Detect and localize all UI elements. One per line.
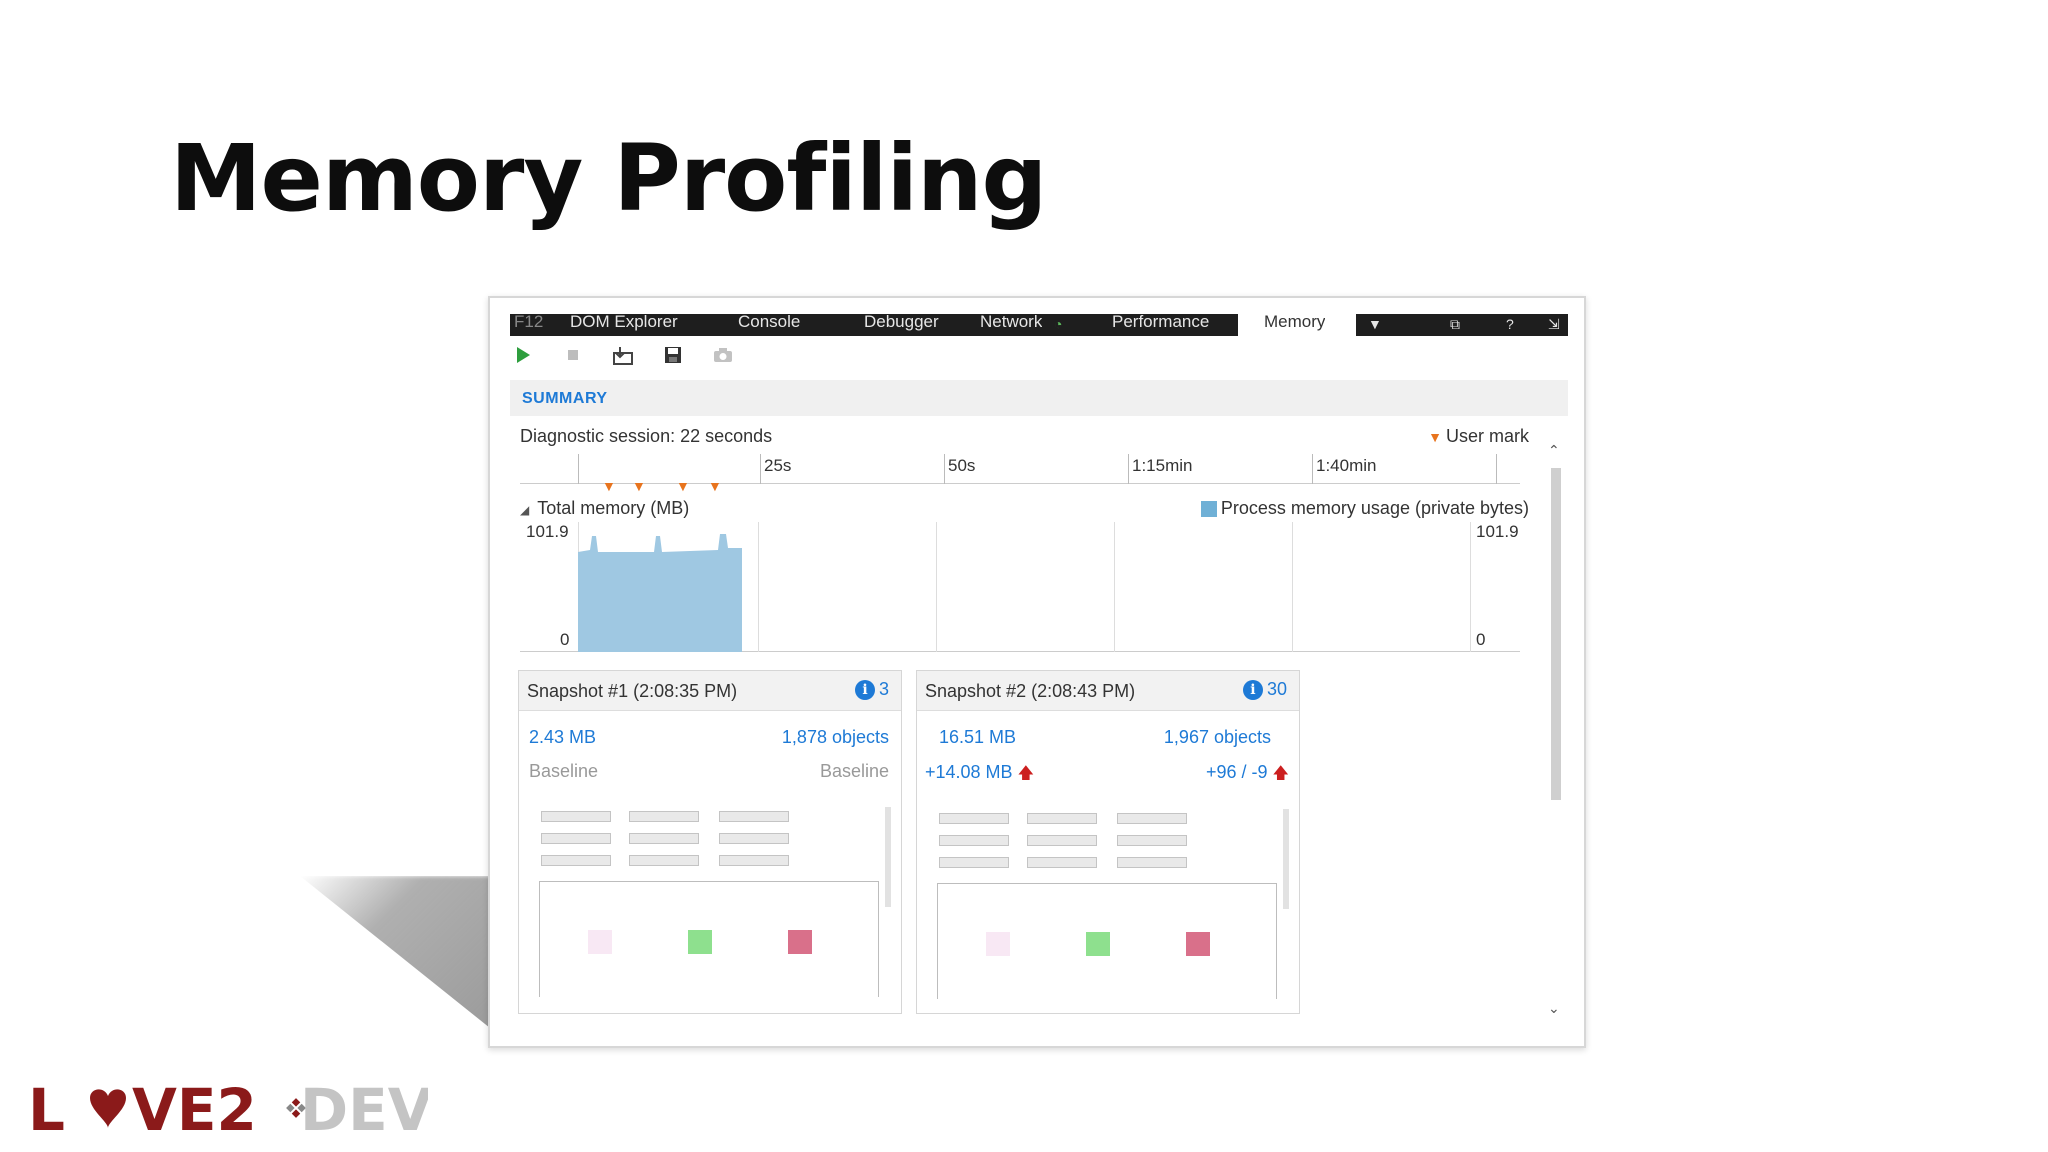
decorative-shadow <box>300 876 500 1036</box>
love2dev-logo: L VE2 DEV <box>28 1076 433 1144</box>
session-duration: Diagnostic session: 22 seconds <box>520 426 773 446</box>
ruler-label-25s: 25s <box>764 456 792 475</box>
total-memory-header[interactable]: ◢ Total memory (MB) <box>520 498 689 519</box>
heart-icon <box>90 1089 126 1128</box>
scroll-down-icon[interactable]: ⌄ <box>1548 1000 1560 1017</box>
snapshot-size-link[interactable]: 16.51 MB <box>939 727 1016 748</box>
tab-debugger[interactable]: Debugger <box>864 314 939 336</box>
y-axis-max-left: 101.9 <box>526 522 569 541</box>
legend-label: Process memory usage (private bytes) <box>1220 498 1529 518</box>
increase-arrow-icon: 🡅 <box>1272 765 1289 782</box>
snapshot-objects-link[interactable]: 1,878 objects <box>782 727 889 748</box>
timeline-ruler[interactable]: 25s 50s 1:15min 1:40min <box>520 454 1520 484</box>
summary-header: SUMMARY <box>510 380 1568 416</box>
network-status-icon: ◔ <box>1054 316 1063 332</box>
legend-swatch <box>1200 500 1217 517</box>
tab-network[interactable]: Network <box>980 314 1042 336</box>
tab-performance[interactable]: Performance <box>1112 314 1209 336</box>
snapshot-size-diff-link[interactable]: +14.08 MB 🡅 <box>925 762 1034 789</box>
slide-title: Memory Profiling <box>170 125 1047 232</box>
info-icon: i <box>1242 679 1263 700</box>
svg-text:VE2: VE2 <box>132 1078 257 1138</box>
increase-arrow-icon: 🡅 <box>1017 765 1035 782</box>
help-icon[interactable]: ? <box>1506 316 1514 332</box>
collapse-icon[interactable]: ◢ <box>520 503 529 517</box>
logo-graphic: L VE2 DEV <box>28 1076 433 1144</box>
user-mark-icon: ▼ <box>1428 429 1442 445</box>
vertical-scrollbar[interactable] <box>1551 468 1561 800</box>
svg-text:DEV: DEV <box>300 1078 428 1138</box>
user-mark-label: User mark <box>1445 426 1529 446</box>
total-memory-label: Total memory (MB) <box>537 498 690 518</box>
tab-memory[interactable]: Memory <box>1264 314 1325 336</box>
tab-dom-explorer[interactable]: DOM Explorer <box>570 314 678 336</box>
scroll-up-icon[interactable]: ⌃ <box>1548 442 1560 459</box>
snapshot-title: Snapshot #1 (2:08:35 PM) <box>527 681 738 701</box>
snapshot-objects-diff: Baseline <box>819 761 889 781</box>
tab-f12[interactable]: F12 <box>514 314 543 336</box>
snapshot-panel-2[interactable]: Snapshot #2 (2:08:43 PM) i 30 16.51 MB 1,… <box>916 670 1300 1014</box>
pin-icon[interactable]: ⇲ <box>1548 316 1560 333</box>
play-icon[interactable] <box>510 342 536 368</box>
y-axis-min-left: 0 <box>560 630 570 649</box>
camera-icon[interactable] <box>710 342 736 368</box>
stop-icon[interactable] <box>560 342 586 368</box>
snapshot-title: Snapshot #2 (2:08:43 PM) <box>925 681 1136 701</box>
snapshot-panel-1[interactable]: Snapshot #1 (2:08:35 PM) i3 2.43 MB 1,87… <box>518 670 902 1014</box>
user-mark-legend: ▼ User mark <box>1428 426 1529 447</box>
snapshot-objects-link[interactable]: 1,967 objects <box>1164 727 1271 748</box>
devtools-window: F12 DOM Explorer Console Debugger Networ… <box>488 296 1586 1048</box>
user-mark-marker[interactable]: ▼ <box>602 478 616 494</box>
snapshot-size-link[interactable]: 2.43 MB <box>529 727 596 748</box>
devtools-tab-bar: F12 DOM Explorer Console Debugger Networ… <box>510 314 1568 336</box>
chevron-down-icon[interactable]: ▼ <box>1368 316 1382 332</box>
ruler-label-1-15min: 1:15min <box>1132 456 1193 475</box>
import-icon[interactable] <box>610 342 636 368</box>
snapshot-size-diff: Baseline <box>529 761 599 781</box>
save-icon[interactable] <box>660 342 686 368</box>
y-axis-max-right: 101.9 <box>1476 522 1519 541</box>
user-mark-marker[interactable]: ▼ <box>632 478 646 494</box>
y-axis-min-right: 0 <box>1476 630 1486 649</box>
snapshot-objects-diff-link[interactable]: +96 / -9 🡅 <box>1206 762 1289 789</box>
tab-console[interactable]: Console <box>738 314 800 336</box>
ruler-label-50s: 50s <box>948 456 976 475</box>
summary-label: SUMMARY <box>522 390 608 407</box>
user-mark-marker[interactable]: ▼ <box>708 478 722 494</box>
user-mark-marker[interactable]: ▼ <box>676 478 690 494</box>
snapshot-info-count[interactable]: i 30 <box>1242 679 1287 700</box>
ruler-label-1-40min: 1:40min <box>1316 456 1377 475</box>
memory-chart[interactable]: 101.9 0 101.9 0 <box>520 522 1520 652</box>
memory-usage-area <box>578 534 742 652</box>
svg-text:L: L <box>28 1078 65 1138</box>
snapshot-info-count[interactable]: i3 <box>854 679 889 700</box>
info-icon: i <box>854 679 875 700</box>
undock-icon[interactable]: ⧉ <box>1450 316 1460 333</box>
memory-legend: Process memory usage (private bytes) <box>1200 498 1529 519</box>
